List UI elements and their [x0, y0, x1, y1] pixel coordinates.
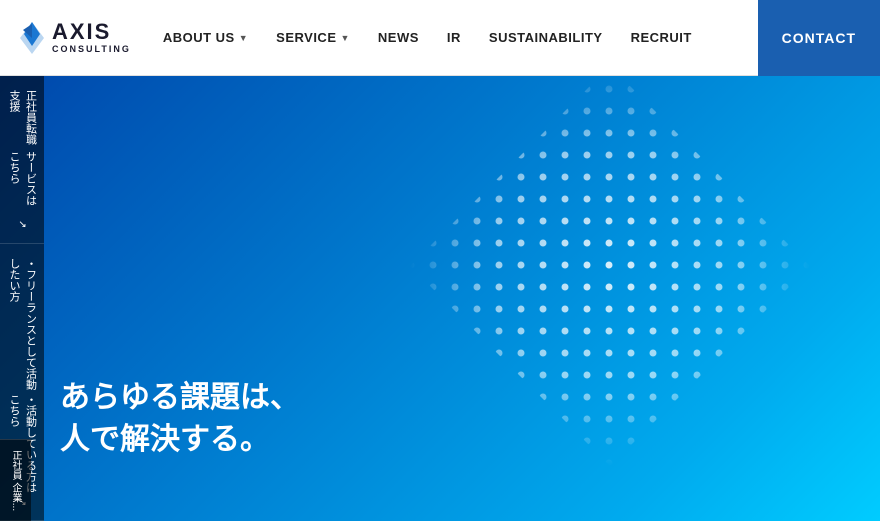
nav-sustainability[interactable]: SUSTAINABILITY — [475, 0, 617, 75]
chevron-down-icon: ▼ — [341, 33, 350, 43]
nav-news[interactable]: NEWS — [364, 0, 433, 75]
nav-recruit[interactable]: RECRUIT — [617, 0, 706, 75]
chevron-down-icon: ▼ — [239, 33, 248, 43]
hero-line2: 人で解決する。 — [60, 419, 300, 461]
sidebar-tab-fulltime[interactable]: 正社員転職支援 サービスはこちら ↗ — [0, 76, 44, 244]
logo-text: AXIS CONSULTING — [52, 20, 131, 54]
axis-logo-icon — [18, 20, 46, 56]
sidebar-tab-bottom-area: 正社員 企業... — [0, 439, 44, 521]
nav-service[interactable]: SERVICE ▼ — [262, 0, 364, 75]
sidebar-tab-company[interactable]: 正社員 企業... — [0, 439, 31, 521]
main-nav: ABOUT US ▼ SERVICE ▼ NEWS IR SUSTAINABIL… — [149, 0, 758, 75]
contact-button[interactable]: CONTACT — [758, 0, 880, 76]
header: AXIS CONSULTING ABOUT US ▼ SERVICE ▼ NEW… — [0, 0, 880, 76]
hero-section: 正社員転職支援 サービスはこちら ↗ ・フリーランスとして活動したい方 ・活動し… — [0, 76, 880, 521]
hero-text: あらゆる課題は、 人で解決する。 — [60, 377, 300, 461]
logo-area[interactable]: AXIS CONSULTING — [0, 20, 149, 56]
external-link-icon: ↗ — [15, 220, 30, 228]
nav-about-us[interactable]: ABOUT US ▼ — [149, 0, 262, 75]
logo-consulting: CONSULTING — [52, 45, 131, 55]
hero-line1: あらゆる課題は、 — [60, 377, 300, 419]
sidebar: 正社員転職支援 サービスはこちら ↗ ・フリーランスとして活動したい方 ・活動し… — [0, 76, 44, 521]
diamond-decoration — [400, 76, 820, 476]
nav-ir[interactable]: IR — [433, 0, 475, 75]
logo-axis: AXIS — [52, 20, 131, 44]
